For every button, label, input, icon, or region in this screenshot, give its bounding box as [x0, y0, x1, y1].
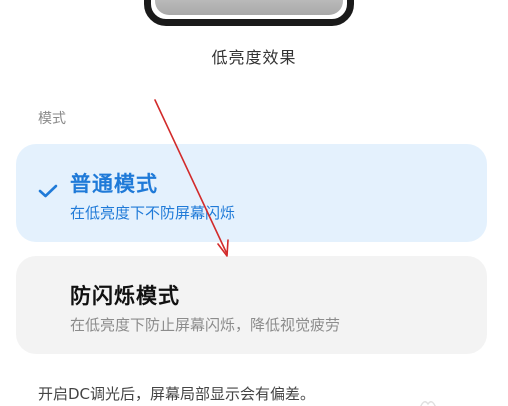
watermark-icon: [420, 401, 436, 406]
low-brightness-preview-image: [144, 0, 354, 26]
preview-screen: [155, 0, 343, 15]
mode-description: 在低亮度下不防屏幕闪烁: [70, 204, 236, 222]
mode-title: 普通模式: [70, 172, 158, 196]
checkmark-icon: [38, 184, 58, 198]
mode-option-anti-flicker[interactable]: 防闪烁模式 在低亮度下防止屏幕闪烁，降低视觉疲劳: [16, 256, 487, 354]
mode-section-label: 模式: [38, 111, 66, 127]
dc-dimming-footnote: 开启DC调光后，屏幕局部显示会有偏差。: [38, 385, 316, 403]
mode-description: 在低亮度下防止屏幕闪烁，降低视觉疲劳: [70, 316, 341, 334]
mode-option-normal[interactable]: 普通模式 在低亮度下不防屏幕闪烁: [16, 144, 487, 242]
mode-title: 防闪烁模式: [70, 284, 180, 308]
preview-caption: 低亮度效果: [211, 48, 297, 67]
display-settings-screen: 低亮度效果 模式 普通模式 在低亮度下不防屏幕闪烁 防闪烁模式 在低亮度下防止屏…: [0, 0, 508, 406]
